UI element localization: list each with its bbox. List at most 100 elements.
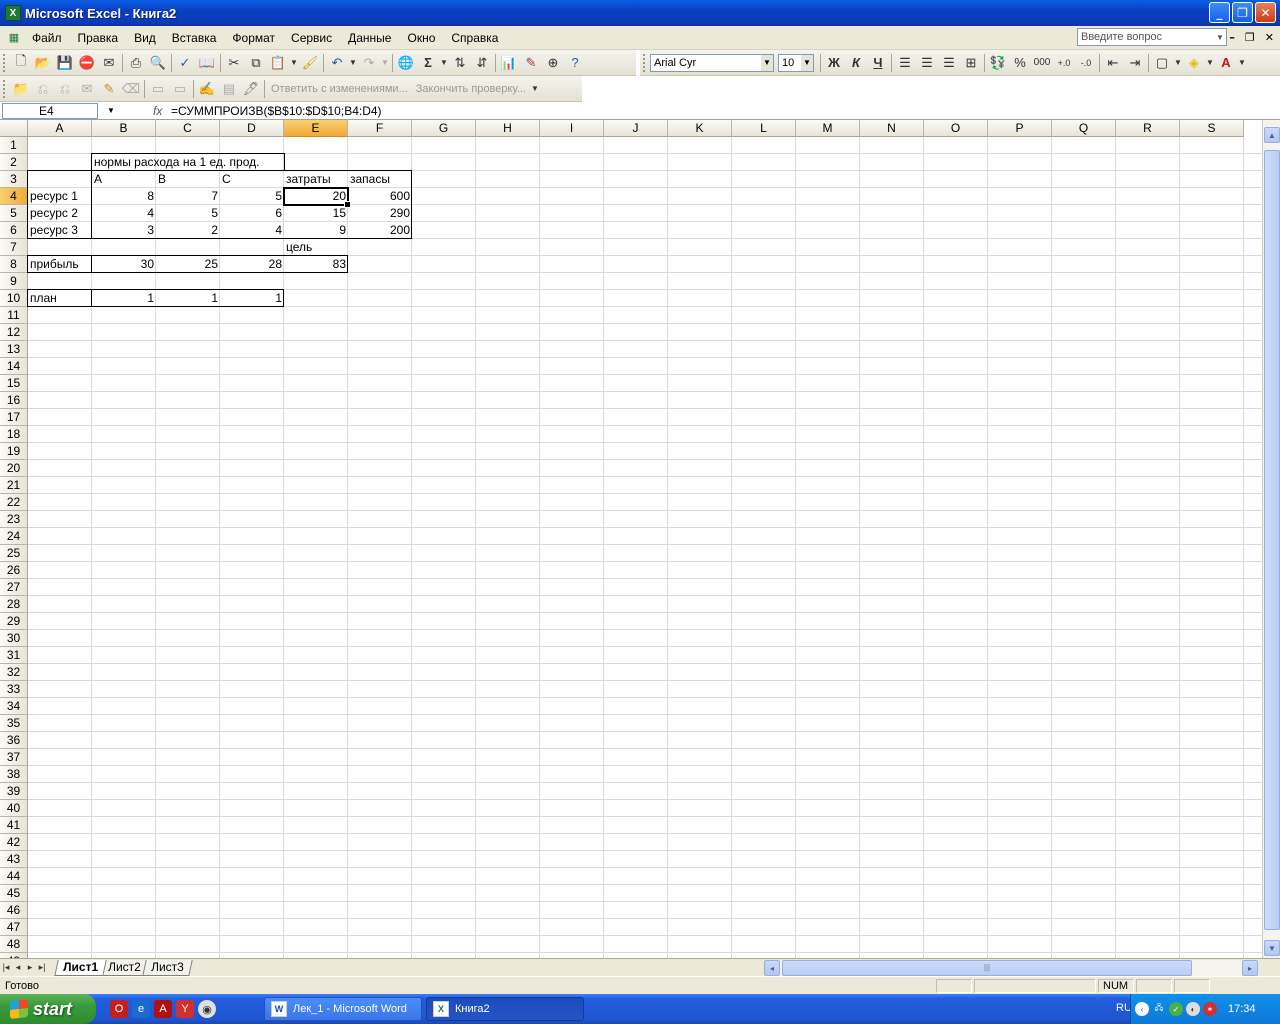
cell-a6[interactable]: ресурс 3 [28, 222, 92, 239]
decrease-decimal-icon[interactable]: -.0 [1075, 52, 1097, 74]
chevron-down-icon[interactable]: ▼ [439, 52, 449, 74]
row-header-7[interactable]: 7 [0, 239, 28, 256]
row-header-42[interactable]: 42 [0, 834, 28, 851]
prev-sheet-icon[interactable]: ◂ [12, 962, 24, 973]
chevron-down-icon[interactable]: ▼ [289, 52, 299, 74]
name-box[interactable]: E4 ▼ [2, 102, 115, 119]
row-header-48[interactable]: 48 [0, 936, 28, 953]
row-header-5[interactable]: 5 [0, 205, 28, 222]
row-header-29[interactable]: 29 [0, 613, 28, 630]
chevron-down-icon[interactable]: ▼ [380, 52, 390, 74]
cell-d5[interactable]: 6 [220, 205, 284, 222]
menu-help[interactable]: Справка [443, 31, 506, 45]
toolbar-grip[interactable] [3, 53, 7, 72]
row-header-25[interactable]: 25 [0, 545, 28, 562]
chevron-down-icon[interactable]: ▼ [1205, 52, 1215, 74]
ask-question-input[interactable]: Введите вопрос ▼ [1077, 28, 1227, 46]
row-header-15[interactable]: 15 [0, 375, 28, 392]
cell-e3[interactable]: затраты [284, 171, 348, 188]
media-icon[interactable]: ◉ [198, 1000, 216, 1018]
drawing-icon[interactable]: ✎ [520, 52, 542, 74]
column-header-q[interactable]: Q [1052, 120, 1116, 137]
format-painter-icon[interactable]: 🖌 [299, 52, 321, 74]
opera-icon[interactable]: O [110, 1000, 128, 1018]
cell-f6[interactable]: 200 [348, 222, 412, 239]
cell-e5[interactable]: 15 [284, 205, 348, 222]
row-header-10[interactable]: 10 [0, 290, 28, 307]
row-header-2[interactable]: 2 [0, 154, 28, 171]
worksheet-grid[interactable]: ABCDEFGHIJKLMNOPQRS 1 2 3 4 5 6 7 8 9 10 11 12 13 14 1… [0, 120, 1262, 958]
ink-icon[interactable]: 🖊 [240, 78, 262, 100]
tab-sheet1[interactable]: Лист1 [54, 959, 107, 976]
cell-b4[interactable]: 8 [92, 188, 156, 205]
row-header-8[interactable]: 8 [0, 256, 28, 273]
comment-icon[interactable]: ✎ [98, 78, 120, 100]
cell-a4[interactable]: ресурс 1 [28, 188, 92, 205]
cell-c3[interactable]: B [156, 171, 220, 188]
column-header-g[interactable]: G [412, 120, 476, 137]
row-header-16[interactable]: 16 [0, 392, 28, 409]
horizontal-scrollbar[interactable]: ◂ ||| ▸ [764, 960, 1258, 976]
column-header-o[interactable]: O [924, 120, 988, 137]
chevron-down-icon[interactable]: ▼ [348, 52, 358, 74]
row-header-1[interactable]: 1 [0, 137, 28, 154]
taskbar-item-word[interactable]: W Лек_1 - Microsoft Word [264, 997, 422, 1021]
cell-b2[interactable]: нормы расхода на 1 ед. прод. [92, 154, 284, 171]
column-header-b[interactable]: B [92, 120, 156, 137]
permission-icon[interactable]: ⛔ [76, 52, 98, 74]
start-button[interactable]: start [0, 994, 96, 1024]
sort-ascending-icon[interactable]: ⇅ [449, 52, 471, 74]
vertical-scrollbar[interactable]: ▲ ▼ [1262, 120, 1280, 958]
restore-button[interactable]: ❐ [1232, 2, 1253, 23]
reviewing-pane-icon[interactable]: ▤ [218, 78, 240, 100]
spelling-icon[interactable]: ✓ [174, 52, 196, 74]
row-header-17[interactable]: 17 [0, 409, 28, 426]
column-header-h[interactable]: H [476, 120, 540, 137]
autosum-icon[interactable]: Σ [417, 52, 439, 74]
cell-c8[interactable]: 25 [156, 256, 220, 273]
vertical-scroll-thumb[interactable] [1264, 150, 1280, 930]
ie-icon[interactable]: e [132, 1000, 150, 1018]
column-header-n[interactable]: N [860, 120, 924, 137]
align-left-icon[interactable]: ☰ [894, 52, 916, 74]
toolbar-grip[interactable] [643, 53, 647, 72]
track-changes-icon[interactable]: ⎌ [32, 78, 54, 100]
paste-icon[interactable]: 📋 [267, 52, 289, 74]
horizontal-scroll-thumb[interactable]: ||| [782, 960, 1192, 976]
cell-c4[interactable]: 7 [156, 188, 220, 205]
cell-e7[interactable]: цель [284, 239, 348, 256]
menu-view[interactable]: Вид [126, 31, 164, 45]
print-preview-icon[interactable]: 🔍 [147, 52, 169, 74]
row-header-41[interactable]: 41 [0, 817, 28, 834]
column-header-a[interactable]: A [28, 120, 92, 137]
cell-e8[interactable]: 83 [284, 256, 348, 273]
menu-data[interactable]: Данные [340, 31, 399, 45]
end-review-button[interactable]: Закончить проверку... [412, 83, 530, 95]
acrobat-icon[interactable]: A [154, 1000, 172, 1018]
cell-e6[interactable]: 9 [284, 222, 348, 239]
cell-d8[interactable]: 28 [220, 256, 284, 273]
scroll-left-icon[interactable]: ◂ [764, 960, 780, 976]
sort-descending-icon[interactable]: ⇵ [471, 52, 493, 74]
cell-a8[interactable]: прибыль [28, 256, 92, 273]
cell-b5[interactable]: 4 [92, 205, 156, 222]
font-name-select[interactable]: Arial Cyr ▼ [650, 53, 774, 72]
column-header-j[interactable]: J [604, 120, 668, 137]
highlight-changes-icon[interactable]: ✍ [196, 78, 218, 100]
underline-button[interactable]: Ч [867, 52, 889, 74]
row-header-37[interactable]: 37 [0, 749, 28, 766]
column-header-e[interactable]: E [284, 120, 348, 137]
accept-icon[interactable]: ⎌ [54, 78, 76, 100]
menu-window[interactable]: Окно [399, 31, 443, 45]
font-color-icon[interactable]: A [1215, 52, 1237, 74]
italic-button[interactable]: К [845, 52, 867, 74]
fill-color-icon[interactable]: ◈ [1183, 52, 1205, 74]
doc-minimize-icon[interactable]: – [1229, 31, 1235, 44]
row-header-26[interactable]: 26 [0, 562, 28, 579]
excel-app-icon[interactable]: X [5, 5, 21, 21]
close-button[interactable]: ✕ [1255, 2, 1276, 23]
cell-b8[interactable]: 30 [92, 256, 156, 273]
formula-input[interactable]: =СУММПРОИЗВ($B$10:$D$10;B4:D4) [171, 104, 382, 118]
tray-expand-icon[interactable]: ‹ [1135, 1002, 1149, 1016]
row-header-11[interactable]: 11 [0, 307, 28, 324]
